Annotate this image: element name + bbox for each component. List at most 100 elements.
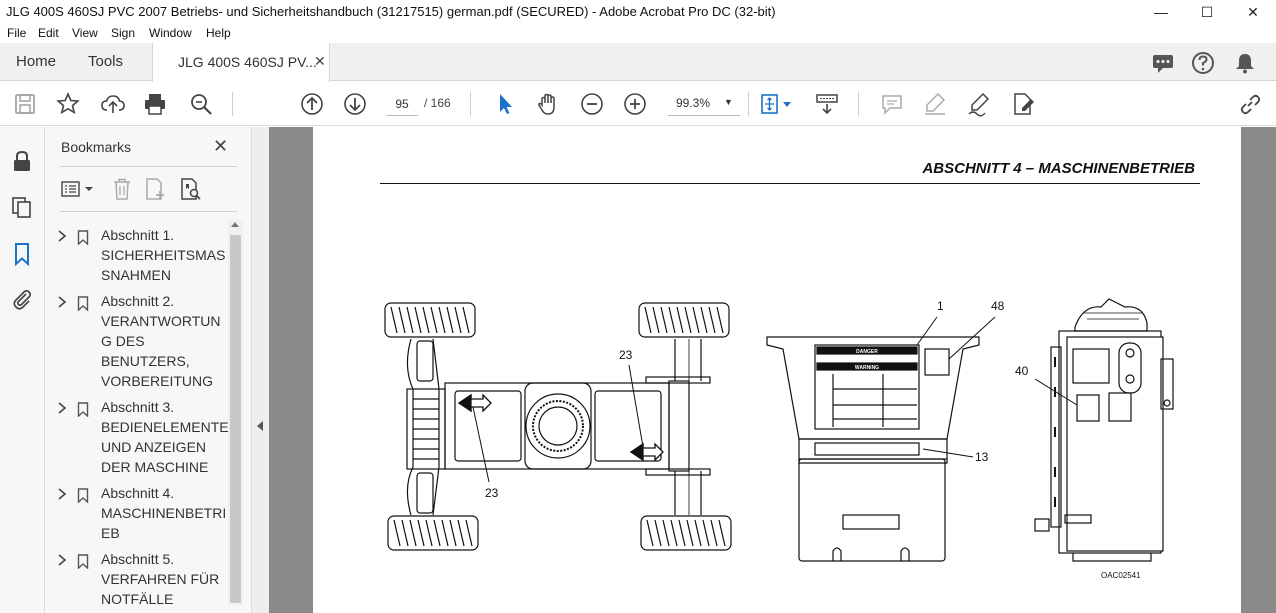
decal-danger-label: DANGER (856, 349, 878, 355)
chevron-right-icon[interactable] (57, 488, 67, 500)
close-panel-button[interactable]: ✕ (213, 136, 228, 157)
panel-collapse-strip[interactable] (251, 127, 269, 613)
bookmark-icon (77, 230, 89, 245)
chevron-right-icon[interactable] (57, 230, 67, 242)
bookmark-label: BEDIENELEMENTE (101, 419, 228, 435)
previous-page-icon[interactable] (299, 91, 325, 117)
print-icon[interactable] (142, 91, 168, 117)
find-zoom-icon[interactable] (188, 91, 214, 117)
bookmark-label: EB (101, 525, 120, 541)
tab-tools[interactable]: Tools (88, 53, 123, 70)
bookmark-label: Abschnitt 1. (101, 227, 175, 243)
wheel-bottom-left (387, 515, 479, 551)
collapse-arrow-icon[interactable] (257, 421, 263, 431)
bookmark-icon (77, 554, 89, 569)
zoom-value: 99.3% (676, 96, 711, 110)
comment-bubble-icon[interactable] (1150, 50, 1176, 76)
toolbar: / 166 99.3% ▼ (0, 82, 1276, 126)
menu-help[interactable]: Help (206, 26, 231, 40)
arrow-decal-left (457, 393, 492, 413)
bookmark-label: NOTFÄLLE (101, 591, 174, 607)
bell-icon[interactable] (1232, 50, 1258, 76)
panel-divider (60, 211, 237, 212)
figure-id: OAC02541 (1101, 571, 1141, 580)
lock-icon[interactable] (10, 149, 34, 173)
highlighter-icon[interactable] (922, 91, 948, 117)
bookmarks-panel: Bookmarks ✕ Abschnitt 1. SICHERHEITSMAS … (45, 127, 251, 613)
upload-cloud-icon[interactable] (100, 91, 126, 117)
title-bar: JLG 400S 460SJ PVC 2007 Betriebs- und Si… (0, 0, 1276, 24)
tab-document[interactable]: JLG 400S 460SJ PV... ✕ (152, 43, 330, 82)
bookmark-label: BENUTZERS, (101, 353, 190, 369)
arrow-decal-right (629, 442, 664, 462)
callout-1: 1 (937, 299, 944, 313)
side-panel-drawing (1034, 298, 1174, 562)
left-navigation-rail (0, 127, 45, 613)
chevron-right-icon[interactable] (57, 296, 67, 308)
menu-edit[interactable]: Edit (38, 26, 59, 40)
panel-divider (60, 166, 237, 167)
page-total: / 166 (424, 96, 451, 110)
chevron-right-icon[interactable] (57, 554, 67, 566)
decal-warning-label: WARNING (855, 365, 879, 371)
minimize-button[interactable]: — (1138, 0, 1184, 24)
zoom-dropdown[interactable]: 99.3% ▼ (668, 92, 740, 116)
toolbar-divider (470, 92, 471, 116)
zoom-out-icon[interactable] (579, 91, 605, 117)
share-link-icon[interactable] (1237, 91, 1263, 117)
bookmark-label: UND ANZEIGEN (101, 439, 207, 455)
bookmark-icon[interactable] (10, 242, 34, 266)
wheel-bottom-right (640, 515, 732, 551)
menu-view[interactable]: View (72, 26, 98, 40)
tab-home[interactable]: Home (16, 53, 56, 70)
menu-sign[interactable]: Sign (111, 26, 135, 40)
bookmark-label: VORBEREITUNG (101, 373, 214, 389)
bookmark-label: Abschnitt 3. (101, 399, 175, 415)
callout-40: 40 (1015, 364, 1029, 378)
bookmarks-list: Abschnitt 1. SICHERHEITSMAS SNAHMEN Absc… (45, 219, 228, 613)
bookmark-icon (77, 296, 89, 311)
scrollbar-thumb[interactable] (230, 235, 241, 603)
hand-tool-icon[interactable] (535, 91, 561, 117)
attachment-icon[interactable] (10, 287, 34, 311)
close-window-button[interactable]: ✕ (1230, 0, 1276, 24)
bookmarks-scrollbar[interactable] (228, 219, 243, 605)
star-icon[interactable] (55, 91, 81, 117)
bookmark-label: VERANTWORTUN (101, 313, 221, 329)
select-cursor-icon[interactable] (492, 91, 518, 117)
bookmark-options-icon[interactable] (60, 176, 96, 202)
scroll-up-arrow-icon[interactable] (231, 222, 239, 227)
fit-page-icon[interactable] (758, 91, 796, 117)
maximize-button[interactable]: ☐ (1184, 0, 1230, 24)
comment-icon[interactable] (879, 91, 905, 117)
delete-bookmark-icon[interactable] (109, 176, 135, 202)
find-bookmark-icon[interactable] (178, 176, 204, 202)
draw-pen-icon[interactable] (966, 91, 992, 117)
next-page-icon[interactable] (342, 91, 368, 117)
page-thumbnails-icon[interactable] (10, 195, 34, 219)
save-icon[interactable] (12, 91, 38, 117)
help-icon[interactable] (1190, 50, 1216, 76)
menu-window[interactable]: Window (149, 26, 192, 40)
page-number-input[interactable] (386, 92, 418, 116)
zoom-in-icon[interactable] (622, 91, 648, 117)
toolbar-divider (858, 92, 859, 116)
chevron-right-icon[interactable] (57, 402, 67, 414)
bookmarks-title: Bookmarks (61, 139, 132, 155)
scroll-mode-icon[interactable] (814, 91, 840, 117)
callout-23-top: 23 (619, 348, 633, 362)
bookmark-label: Abschnitt 5. (101, 551, 175, 567)
bookmark-label: SICHERHEITSMAS (101, 247, 226, 263)
menu-file[interactable]: File (7, 26, 26, 40)
document-tab-label: JLG 400S 460SJ PV... (178, 54, 317, 70)
callout-23-bottom: 23 (485, 486, 499, 500)
wheel-top-left (384, 302, 476, 338)
window-title: JLG 400S 460SJ PVC 2007 Betriebs- und Si… (6, 4, 776, 19)
document-view[interactable]: ABSCHNITT 4 – MASCHINENBETRIEB 23 23 1 4… (269, 127, 1276, 613)
close-tab-button[interactable]: ✕ (314, 53, 326, 70)
new-bookmark-icon[interactable] (143, 176, 169, 202)
bookmark-label: Abschnitt 4. (101, 485, 175, 501)
machine-decal-diagram: 23 23 1 48 13 40 DANGER WARNING OAC02541 (384, 298, 1174, 580)
wheel-top-right (638, 302, 730, 338)
fill-sign-icon[interactable] (1010, 91, 1036, 117)
